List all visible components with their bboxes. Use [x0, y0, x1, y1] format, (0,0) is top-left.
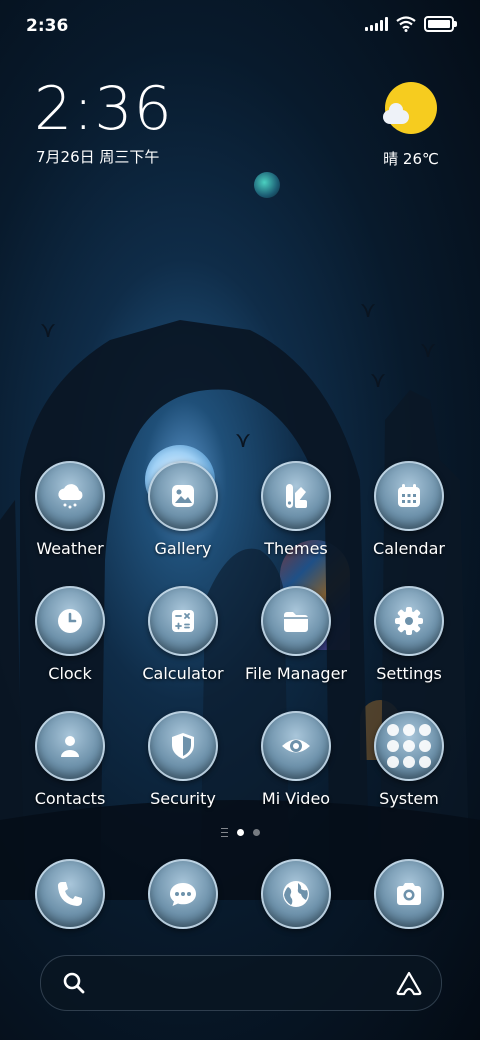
person-icon	[61, 736, 79, 757]
app-label: Themes	[264, 539, 328, 558]
camera-icon	[397, 883, 421, 905]
app-label: Calculator	[142, 664, 224, 683]
app-label: Contacts	[34, 789, 106, 808]
weather-text: 晴 26℃	[383, 150, 439, 168]
clock-widget-time[interactable]: 2:36	[34, 74, 173, 144]
wallpaper-planet	[254, 172, 280, 198]
calculator-icon	[172, 610, 194, 632]
wallpaper-bird: ⋎	[235, 428, 252, 453]
gear-icon	[395, 607, 423, 635]
dock-browser[interactable]	[241, 859, 351, 929]
app-label: Gallery	[154, 539, 212, 558]
page-list-icon[interactable]	[220, 828, 228, 837]
sun-cloud-icon	[383, 82, 437, 134]
app-label: Mi Video	[261, 789, 331, 808]
wallpaper-bird: ⋎	[40, 318, 57, 343]
shield-icon	[172, 733, 194, 759]
calendar-icon	[398, 484, 420, 507]
page-indicator[interactable]	[0, 828, 480, 837]
app-calculator[interactable]: Calculator	[128, 586, 238, 683]
page-dot[interactable]	[252, 829, 260, 836]
app-label: Weather	[36, 539, 104, 558]
app-label: Security	[150, 789, 216, 808]
eye-icon	[282, 739, 310, 753]
app-themes[interactable]: Themes	[241, 461, 351, 558]
app-label: Calendar	[373, 539, 445, 558]
app-calendar[interactable]: Calendar	[354, 461, 464, 558]
themes-icon	[286, 484, 307, 508]
globe-icon	[283, 881, 309, 907]
folder-icon	[284, 612, 308, 632]
app-contacts[interactable]: Contacts	[15, 711, 125, 808]
app-clock[interactable]: Clock	[15, 586, 125, 683]
app-settings[interactable]: Settings	[354, 586, 464, 683]
app-label: System	[379, 789, 439, 808]
app-security[interactable]: Security	[128, 711, 238, 808]
search-icon[interactable]	[61, 970, 87, 996]
app-system-folder[interactable]: System	[354, 711, 464, 808]
message-icon	[170, 883, 196, 906]
search-bar[interactable]	[40, 955, 442, 1011]
app-label: File Manager	[245, 664, 347, 683]
dock-camera[interactable]	[354, 859, 464, 929]
status-bar: 2:36	[0, 0, 480, 50]
wallpaper-bird: ⋎	[370, 368, 387, 393]
signal-icon	[365, 17, 388, 31]
app-file-manager[interactable]: File Manager	[241, 586, 351, 683]
clock-widget-date[interactable]: 7月26日 周三下午	[36, 146, 159, 167]
weather-icon	[58, 484, 83, 509]
app-label: Settings	[376, 664, 442, 683]
status-icons	[365, 16, 457, 32]
app-gallery[interactable]: Gallery	[128, 461, 238, 558]
dock-messages[interactable]	[128, 859, 238, 929]
app-weather[interactable]: Weather	[15, 461, 125, 558]
wallpaper-bird: ⋎	[420, 338, 437, 363]
assistant-icon[interactable]	[395, 970, 423, 996]
status-time: 2:36	[26, 16, 69, 36]
folder-grid-icon	[387, 724, 431, 768]
home-screen: ⋎ ⋎ ⋎ ⋎ ⋎ 2:36 2:36 7月26日 周三下午 晴 26℃ Wea…	[0, 0, 480, 1040]
dock-phone[interactable]	[15, 859, 125, 929]
phone-icon	[58, 882, 82, 906]
page-dot-active[interactable]	[236, 829, 244, 836]
app-mi-video[interactable]: Mi Video	[241, 711, 351, 808]
app-label: Clock	[48, 664, 92, 683]
gallery-icon	[172, 485, 194, 507]
clock-icon	[58, 609, 82, 633]
wallpaper-bird: ⋎	[360, 298, 377, 323]
wifi-icon	[396, 16, 416, 32]
battery-icon	[424, 16, 457, 32]
weather-widget[interactable]: 晴 26℃	[376, 82, 446, 169]
